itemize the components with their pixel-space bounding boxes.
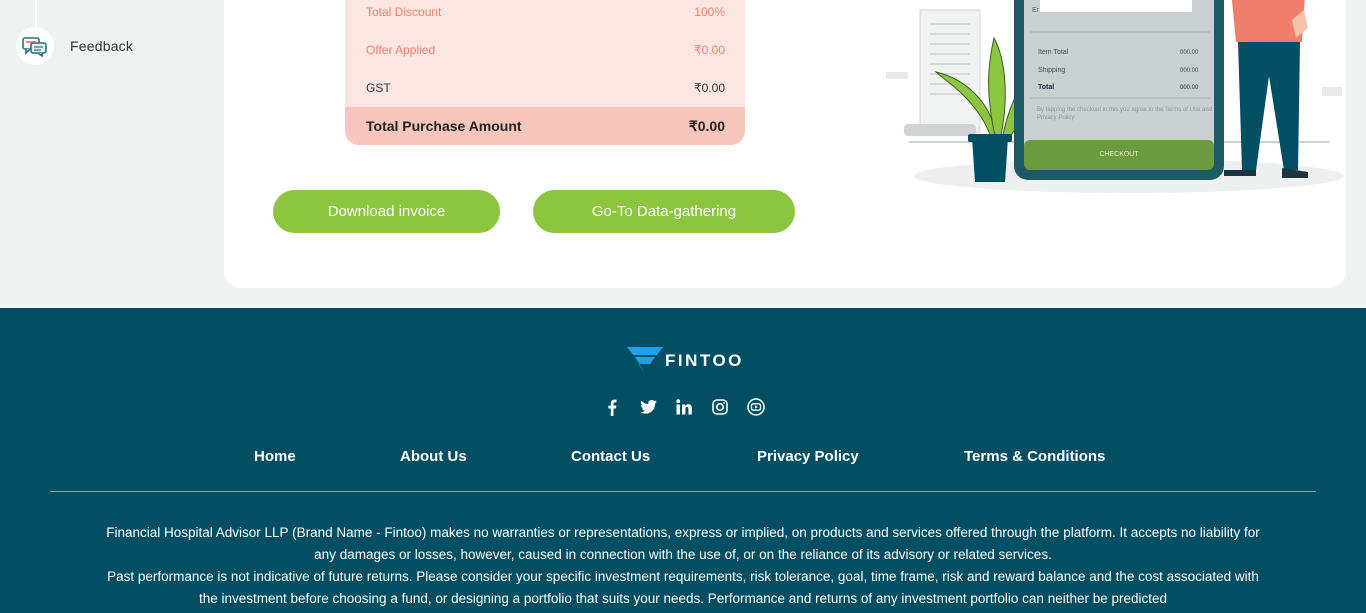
sidebar-item-feedback[interactable]: Feedback bbox=[16, 27, 133, 65]
summary-row-offer: Offer Applied ₹0.00 bbox=[345, 31, 745, 69]
summary-row-gst: GST ₹0.00 bbox=[345, 69, 745, 107]
row-label: Total Discount bbox=[366, 5, 442, 19]
fintoo-logo-icon bbox=[627, 347, 663, 375]
illus-item-total-label: Item Total bbox=[1038, 49, 1069, 56]
illus-total-label: Total bbox=[1038, 84, 1054, 91]
linkedin-icon[interactable] bbox=[666, 397, 702, 417]
illus-shipping-value: 000.00 bbox=[1180, 68, 1199, 74]
summary-row-total: Total Purchase Amount ₹0.00 bbox=[345, 107, 745, 145]
footer-disclaimer: Financial Hospital Advisor LLP (Brand Na… bbox=[105, 522, 1261, 610]
illus-shipping-label: Shipping bbox=[1038, 67, 1065, 74]
youtube-icon[interactable] bbox=[738, 397, 774, 417]
sidebar-item-label: Feedback bbox=[70, 38, 134, 54]
facebook-icon[interactable] bbox=[594, 397, 630, 417]
disclaimer-paragraph: Past performance is not indicative of fu… bbox=[107, 569, 1259, 606]
purchase-summary: Total Discount 100% Offer Applied ₹0.00 … bbox=[345, 0, 745, 145]
total-label: Total Purchase Amount bbox=[366, 118, 522, 134]
social-links bbox=[594, 397, 774, 417]
row-label: GST bbox=[366, 81, 391, 95]
row-value: ₹0.00 bbox=[694, 81, 725, 95]
instagram-icon[interactable] bbox=[702, 397, 738, 417]
footer-link-about-us[interactable]: About Us bbox=[400, 448, 467, 465]
invoice-card: Total Discount 100% Offer Applied ₹0.00 … bbox=[224, 0, 1346, 288]
brand-name: FINTOO bbox=[665, 351, 744, 370]
sidebar: Feedback bbox=[0, 0, 224, 308]
go-to-data-gathering-button[interactable]: Go-To Data-gathering bbox=[533, 190, 795, 233]
footer: FINTOO Home About Us Contact Us Privacy … bbox=[0, 308, 1366, 613]
fintoo-logo[interactable]: FINTOO bbox=[627, 346, 744, 376]
footer-divider bbox=[50, 491, 1316, 492]
row-value: 100% bbox=[694, 5, 725, 19]
summary-row-discount: Total Discount 100% bbox=[345, 0, 745, 31]
total-value: ₹0.00 bbox=[688, 117, 725, 134]
row-value: ₹0.00 bbox=[694, 43, 725, 57]
checkout-illustration: Er Item Total 000.00 Shipping 000.00 Tot… bbox=[886, 0, 1344, 193]
footer-link-privacy-policy[interactable]: Privacy Policy bbox=[757, 448, 859, 465]
twitter-icon[interactable] bbox=[630, 397, 666, 417]
feedback-icon bbox=[16, 27, 54, 65]
illus-terms-text: By tapping the checkout in this you agre… bbox=[1037, 107, 1212, 121]
svg-text:Er: Er bbox=[1032, 7, 1040, 14]
illus-checkout-label: CHECKOUT bbox=[1099, 151, 1139, 158]
footer-link-terms-conditions[interactable]: Terms & Conditions bbox=[964, 448, 1105, 465]
illus-item-total-value: 000.00 bbox=[1180, 50, 1199, 56]
footer-link-contact-us[interactable]: Contact Us bbox=[571, 448, 650, 465]
download-invoice-button[interactable]: Download invoice bbox=[273, 190, 500, 233]
sidebar-rail bbox=[35, 0, 37, 28]
illus-total-value: 000.00 bbox=[1180, 85, 1199, 91]
row-label: Offer Applied bbox=[366, 43, 436, 57]
footer-link-home[interactable]: Home bbox=[254, 448, 296, 465]
disclaimer-paragraph: Financial Hospital Advisor LLP (Brand Na… bbox=[106, 525, 1260, 562]
